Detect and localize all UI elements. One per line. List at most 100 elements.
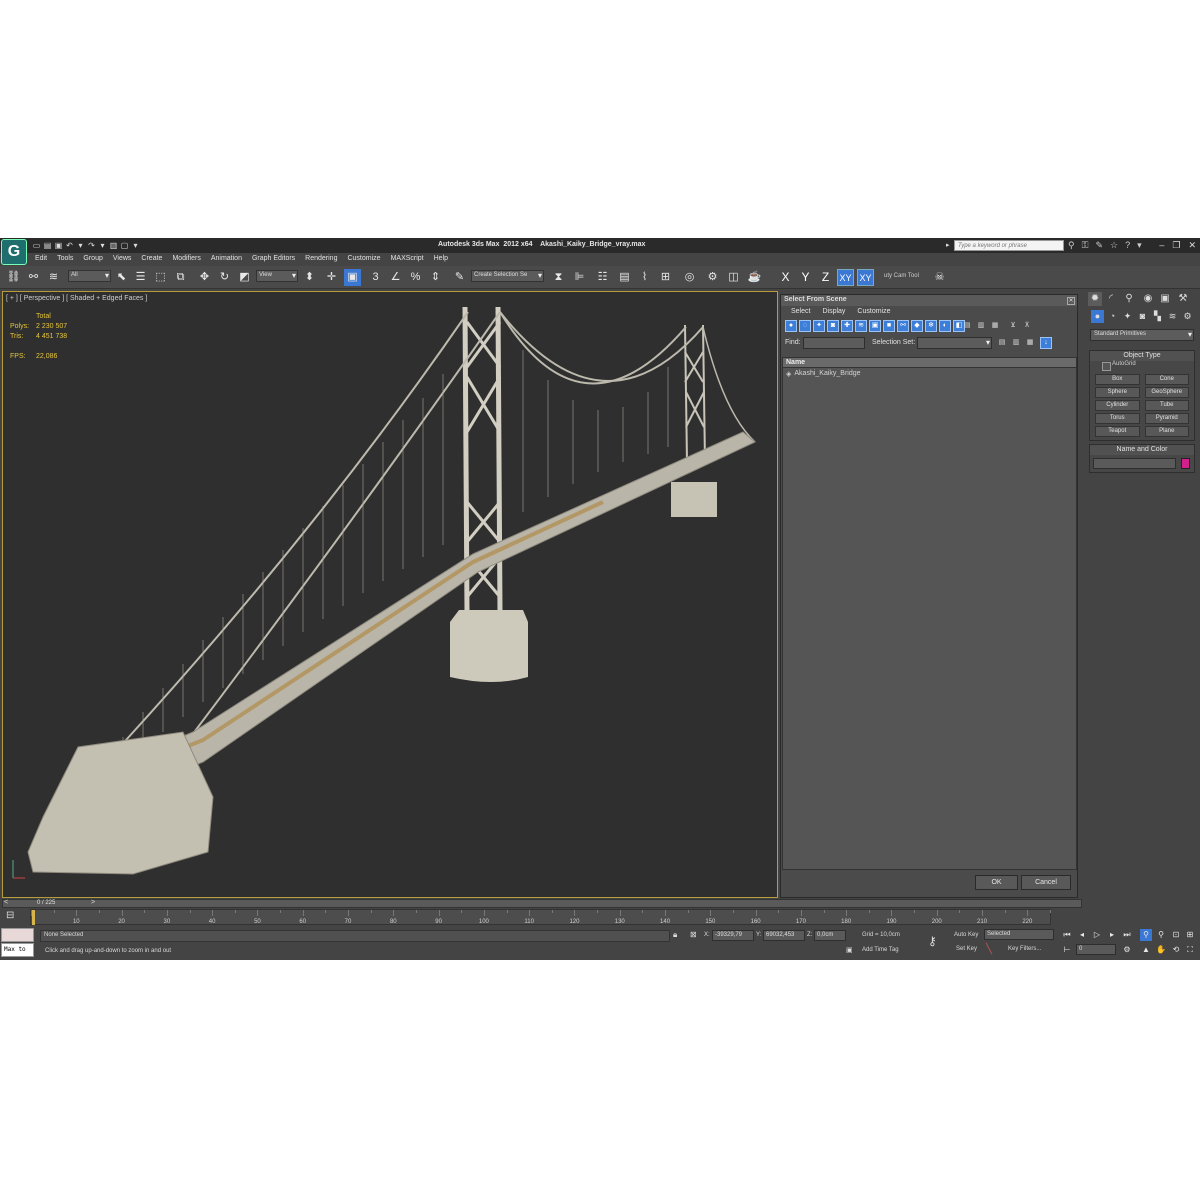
display-invert-icon[interactable]: ▥: [975, 320, 987, 332]
time-configuration-icon[interactable]: ⚙: [1121, 944, 1133, 956]
set-key-button[interactable]: Set Key: [956, 946, 977, 952]
next-frame-arrow-icon[interactable]: >: [91, 899, 95, 906]
absolute-mode-icon[interactable]: ⊠: [690, 930, 697, 939]
select-rotate-icon[interactable]: ↻: [216, 269, 233, 286]
menu-animation[interactable]: Animation: [206, 254, 247, 265]
pivot-center-icon[interactable]: ⬍: [301, 269, 318, 286]
minimize-icon[interactable]: –: [1159, 240, 1164, 251]
curve-editor-icon[interactable]: ⌇: [636, 269, 653, 286]
display-space-warps-icon[interactable]: ≋: [855, 320, 867, 332]
pyramid-button[interactable]: Pyramid: [1144, 413, 1189, 424]
z-coordinate-field[interactable]: 0,0cm: [814, 930, 846, 941]
help-dropdown-icon[interactable]: ▾: [1137, 240, 1142, 251]
menu-graph-editors[interactable]: Graph Editors: [247, 254, 300, 265]
go-to-end-icon[interactable]: ⏭: [1121, 929, 1133, 941]
time-tag-icon[interactable]: ▣: [846, 946, 853, 954]
box-button[interactable]: Box: [1095, 374, 1140, 385]
close-icon[interactable]: ✕: [1188, 240, 1196, 251]
workspace-icon[interactable]: ▢: [120, 241, 129, 250]
select-by-name-icon[interactable]: ☰: [132, 269, 149, 286]
selection-filter-dropdown[interactable]: All: [68, 270, 111, 282]
plane-button[interactable]: Plane: [1144, 426, 1189, 437]
menu-customize[interactable]: Customize: [342, 254, 385, 265]
zoom-all-icon[interactable]: ⚲: [1155, 929, 1167, 941]
display-tab-icon[interactable]: ▣: [1158, 292, 1172, 306]
cylinder-button[interactable]: Cylinder: [1095, 400, 1140, 411]
app-logo-icon[interactable]: G: [1, 239, 27, 265]
x-coordinate-field[interactable]: -39329,79: [712, 930, 754, 941]
graphite-ribbon-icon[interactable]: ▤: [616, 269, 633, 286]
display-frozen-icon[interactable]: ❄: [925, 320, 937, 332]
axis-z-button[interactable]: Z: [817, 269, 834, 286]
systems-category-icon[interactable]: ⚙: [1181, 310, 1194, 323]
axis-xy-button[interactable]: XY: [837, 269, 854, 286]
dialog-title[interactable]: Select From Scene: [781, 295, 1077, 306]
binoculars-icon[interactable]: ⚲: [1068, 240, 1075, 251]
select-all-icon[interactable]: ▦: [989, 320, 1001, 332]
display-xrefs-icon[interactable]: ■: [883, 320, 895, 332]
maximize-viewport-icon[interactable]: ⛶: [1184, 944, 1196, 956]
named-selection-set-dropdown[interactable]: Create Selection Se: [471, 270, 544, 282]
skull-tool-icon[interactable]: ☠: [931, 269, 948, 286]
ok-button[interactable]: OK: [975, 875, 1018, 890]
cone-button[interactable]: Cone: [1144, 374, 1189, 385]
menu-modifiers[interactable]: Modifiers: [167, 254, 205, 265]
viewport-label[interactable]: [ + ] [ Perspective ] [ Shaded + Edged F…: [6, 295, 147, 302]
helpers-category-icon[interactable]: ▚: [1151, 310, 1164, 323]
tube-button[interactable]: Tube: [1144, 400, 1189, 411]
primitive-category-dropdown[interactable]: Standard Primitives: [1090, 329, 1194, 341]
sphere-button[interactable]: Sphere: [1095, 387, 1140, 398]
autogrid-checkbox[interactable]: AutoGrid: [1090, 361, 1194, 372]
select-dependents-find-icon[interactable]: ▥: [1010, 337, 1022, 349]
axis-y-button[interactable]: Y: [797, 269, 814, 286]
object-color-swatch[interactable]: [1181, 458, 1190, 469]
track-bar[interactable]: 10 20 30 40 50 60 70 80 90 100 110 120 130 140 150 160 1…: [30, 909, 1051, 925]
menu-tools[interactable]: Tools: [52, 254, 78, 265]
menu-help[interactable]: Help: [429, 254, 453, 265]
restore-icon[interactable]: ❐: [1172, 240, 1180, 251]
rectangular-selection-icon[interactable]: ⬚: [152, 269, 169, 286]
bind-space-warp-icon[interactable]: ≋: [45, 269, 62, 286]
current-frame-field[interactable]: 0: [1076, 944, 1116, 955]
display-hidden-icon[interactable]: ◐: [939, 320, 951, 332]
select-dependents-icon[interactable]: ⊻: [1007, 320, 1019, 332]
utilities-tab-icon[interactable]: ⚒: [1176, 292, 1190, 306]
align-icon[interactable]: ⊫: [571, 269, 588, 286]
display-none-icon[interactable]: ▤: [961, 320, 973, 332]
scene-object-list[interactable]: Name ◈ Akashi_Kaiky_Bridge: [782, 357, 1077, 870]
default-in-out-key-icon[interactable]: ⚷: [928, 934, 937, 948]
key-mode-dropdown[interactable]: Selected: [984, 929, 1054, 940]
object-type-title[interactable]: Object Type: [1090, 351, 1194, 361]
percent-snap-icon[interactable]: %: [407, 269, 424, 286]
zoom-extents-all-icon[interactable]: ⊞: [1184, 929, 1196, 941]
add-time-tag-button[interactable]: Add Time Tag: [862, 947, 899, 953]
display-groups-icon[interactable]: ▣: [869, 320, 881, 332]
sync-selection-icon[interactable]: ▦: [1024, 337, 1036, 349]
menu-create[interactable]: Create: [136, 254, 167, 265]
dialog-menu-display[interactable]: Display: [816, 308, 851, 316]
select-manipulate-icon[interactable]: ✛: [323, 269, 340, 286]
lights-category-icon[interactable]: ✦: [1121, 310, 1134, 323]
teapot-button[interactable]: Teapot: [1095, 426, 1140, 437]
find-input[interactable]: [803, 337, 865, 349]
redo-icon[interactable]: ↷: [87, 241, 96, 250]
subscription-icon[interactable]: ⚿: [1082, 240, 1089, 251]
go-to-start-icon[interactable]: ⏮: [1061, 929, 1073, 941]
field-of-view-icon[interactable]: ▲: [1140, 944, 1152, 956]
material-editor-icon[interactable]: ◎: [681, 269, 698, 286]
play-icon[interactable]: ▷: [1091, 929, 1103, 941]
select-scale-icon[interactable]: ◩: [236, 269, 253, 286]
set-key-icon[interactable]: ╲: [986, 944, 992, 955]
reference-coordinate-dropdown[interactable]: View: [256, 270, 298, 282]
hierarchy-sort-icon[interactable]: ↓: [1040, 337, 1052, 349]
previous-frame-arrow-icon[interactable]: <: [4, 899, 8, 906]
maxscript-mini-listener[interactable]: Max to: [1, 943, 34, 957]
qat-dropdown-icon[interactable]: ▾: [131, 241, 140, 250]
menu-group[interactable]: Group: [78, 254, 107, 265]
previous-frame-icon[interactable]: ◂: [1076, 929, 1088, 941]
time-pointer[interactable]: [32, 910, 35, 925]
dialog-close-icon[interactable]: ✕: [1067, 297, 1075, 305]
axis-x-button[interactable]: X: [777, 269, 794, 286]
render-production-icon[interactable]: ☕: [746, 269, 763, 286]
unlink-icon[interactable]: ⚯: [25, 269, 42, 286]
